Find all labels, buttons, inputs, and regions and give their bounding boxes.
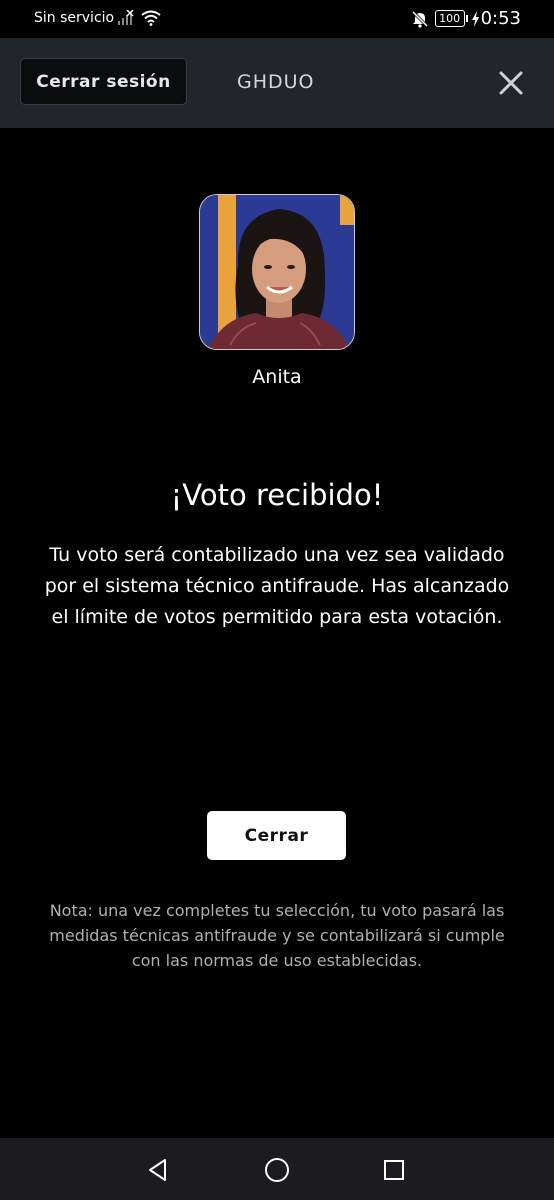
logout-button[interactable]: Cerrar sesión xyxy=(20,58,187,105)
antifraud-note: Nota: una vez completes tu selección, tu… xyxy=(49,901,505,970)
wifi-icon xyxy=(141,10,161,26)
battery-level: 100 xyxy=(439,12,461,25)
status-bar: Sin servicio 100 0:53 xyxy=(0,0,554,38)
confirmation-message: Tu voto será contabilizado una vez sea v… xyxy=(44,544,510,628)
carrier-label: Sin servicio xyxy=(34,10,115,26)
header-title: GHDUO xyxy=(237,71,315,93)
status-left: Sin servicio xyxy=(34,10,161,26)
navigation-bar xyxy=(0,1138,554,1200)
signal-off-icon xyxy=(118,10,134,25)
candidate-avatar xyxy=(199,194,355,350)
recents-icon[interactable] xyxy=(383,1159,405,1181)
charging-icon xyxy=(471,10,479,27)
mute-icon xyxy=(411,10,428,28)
header: Cerrar sesión GHDUO xyxy=(0,38,554,128)
confirmation-title: ¡Voto recibido! xyxy=(170,478,384,512)
close-button[interactable]: Cerrar xyxy=(207,811,346,860)
home-icon[interactable] xyxy=(264,1157,290,1183)
clock: 0:53 xyxy=(480,8,521,29)
close-icon[interactable] xyxy=(497,69,525,97)
battery-icon: 100 xyxy=(434,10,468,27)
back-icon[interactable] xyxy=(146,1158,170,1182)
status-right: 100 0:53 xyxy=(411,8,521,29)
candidate-photo xyxy=(200,195,354,349)
candidate-name: Anita xyxy=(252,366,302,388)
